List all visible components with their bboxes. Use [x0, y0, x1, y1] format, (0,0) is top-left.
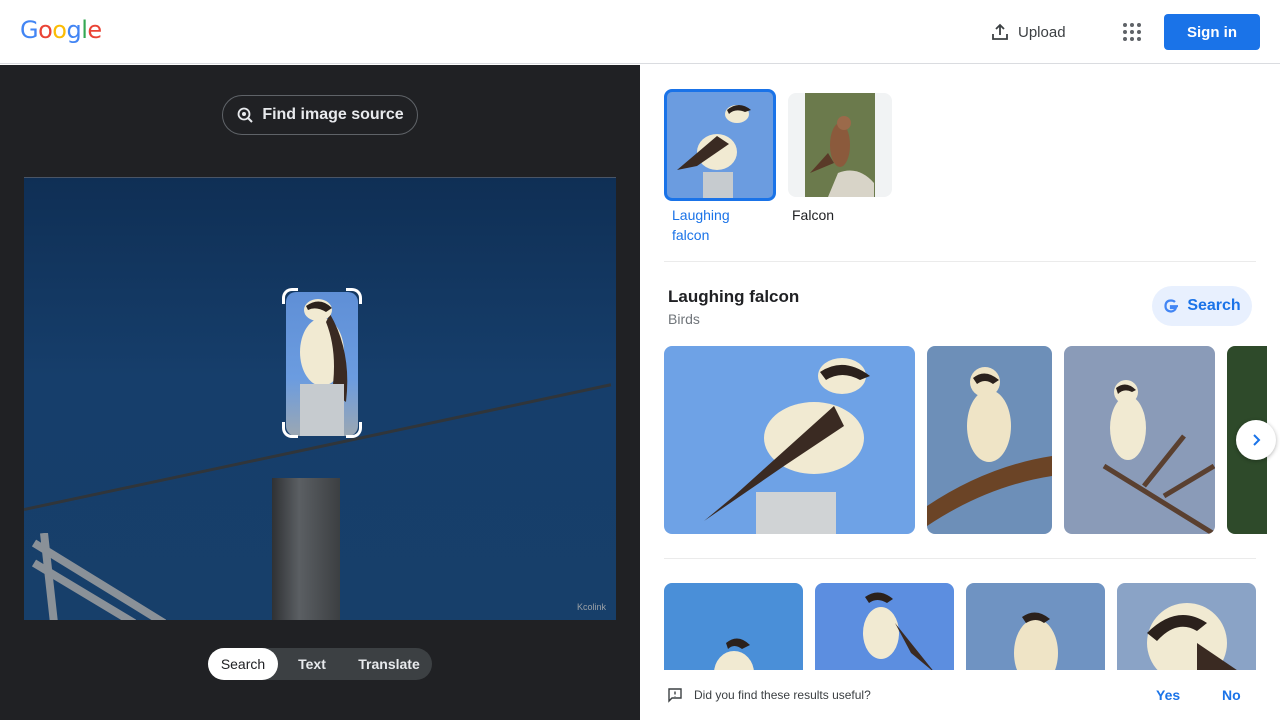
- falcon-crop: [300, 299, 348, 436]
- grid-falcon-2: [863, 592, 935, 673]
- grid-image-4[interactable]: [1117, 583, 1256, 683]
- utility-pole: [272, 478, 340, 620]
- apps-grid-icon[interactable]: [1120, 20, 1144, 44]
- chip-label-laughing-falcon[interactable]: Laughing falcon: [672, 205, 752, 245]
- tab-translate[interactable]: Translate: [346, 648, 432, 680]
- result-subtitle: Birds: [668, 311, 700, 327]
- query-image: Kcolink: [24, 177, 616, 620]
- logo-letter: o: [52, 16, 67, 44]
- result-title[interactable]: Laughing falcon: [668, 287, 799, 307]
- crop-handle-top-left[interactable]: [282, 288, 298, 304]
- grid-image-1[interactable]: [664, 583, 803, 683]
- google-logo[interactable]: Google: [20, 16, 102, 44]
- logo-letter: o: [38, 16, 53, 44]
- tab-search[interactable]: Search: [208, 648, 278, 680]
- divider: [664, 558, 1256, 559]
- feedback-bar: Did you find these results useful? Yes N…: [640, 670, 1280, 720]
- selected-region[interactable]: [286, 292, 358, 436]
- lens-search-icon: [237, 107, 254, 123]
- feedback-no-button[interactable]: No: [1222, 687, 1241, 703]
- top-bar: Google Upload Sign in: [0, 0, 1280, 64]
- image-watermark: Kcolink: [576, 602, 606, 612]
- chip-falcon[interactable]: [788, 93, 892, 197]
- google-search-button[interactable]: Search: [1152, 286, 1252, 326]
- metal-lattice: [31, 533, 167, 620]
- laughing-falcon-photo: [704, 358, 870, 534]
- grid-image-2[interactable]: [815, 583, 954, 683]
- grid-falcon-4: [1147, 603, 1256, 683]
- logo-letter: g: [66, 16, 82, 44]
- chip-label-falcon[interactable]: Falcon: [792, 205, 834, 225]
- logo-letter: G: [20, 16, 39, 44]
- crop-handle-bottom-left[interactable]: [282, 422, 298, 438]
- chevron-right-icon[interactable]: [1236, 420, 1276, 460]
- feedback-icon: [668, 688, 682, 703]
- tab-text[interactable]: Text: [278, 648, 346, 680]
- feedback-yes-button[interactable]: Yes: [1156, 687, 1180, 703]
- search-button-label: Search: [1187, 297, 1241, 314]
- find-image-source-label: Find image source: [262, 106, 404, 123]
- image-viewer-panel: Find image source Kcolink Search Text Tr…: [0, 65, 640, 720]
- crop-handle-top-right[interactable]: [346, 288, 362, 304]
- chip-laughing-falcon[interactable]: [664, 89, 776, 201]
- upload-icon: [992, 23, 1008, 40]
- upload-button[interactable]: Upload: [990, 18, 1066, 46]
- result-image-3[interactable]: [1064, 346, 1215, 534]
- sign-in-button[interactable]: Sign in: [1164, 14, 1260, 50]
- grid-falcon-3: [1014, 612, 1058, 683]
- chip-falcon-thumbnail: [805, 93, 875, 197]
- falcon-on-branch-photo: [927, 367, 1052, 526]
- grid-falcon-1: [714, 638, 754, 683]
- feedback-question: Did you find these results useful?: [694, 688, 871, 702]
- divider: [664, 261, 1256, 262]
- falcon-on-dead-tree-photo: [1102, 380, 1215, 534]
- find-image-source-button[interactable]: Find image source: [222, 95, 418, 135]
- result-image-2[interactable]: [927, 346, 1052, 534]
- logo-letter: e: [87, 16, 102, 44]
- upload-label: Upload: [1018, 23, 1066, 41]
- result-image-1[interactable]: [664, 346, 915, 534]
- mode-tabs: Search Text Translate: [208, 648, 432, 680]
- google-g-icon: [1164, 299, 1179, 313]
- grid-image-3[interactable]: [966, 583, 1105, 683]
- results-panel: Laughing falcon Falcon Laughing falcon B…: [640, 65, 1280, 720]
- chip-thumbnail-image: [677, 105, 751, 198]
